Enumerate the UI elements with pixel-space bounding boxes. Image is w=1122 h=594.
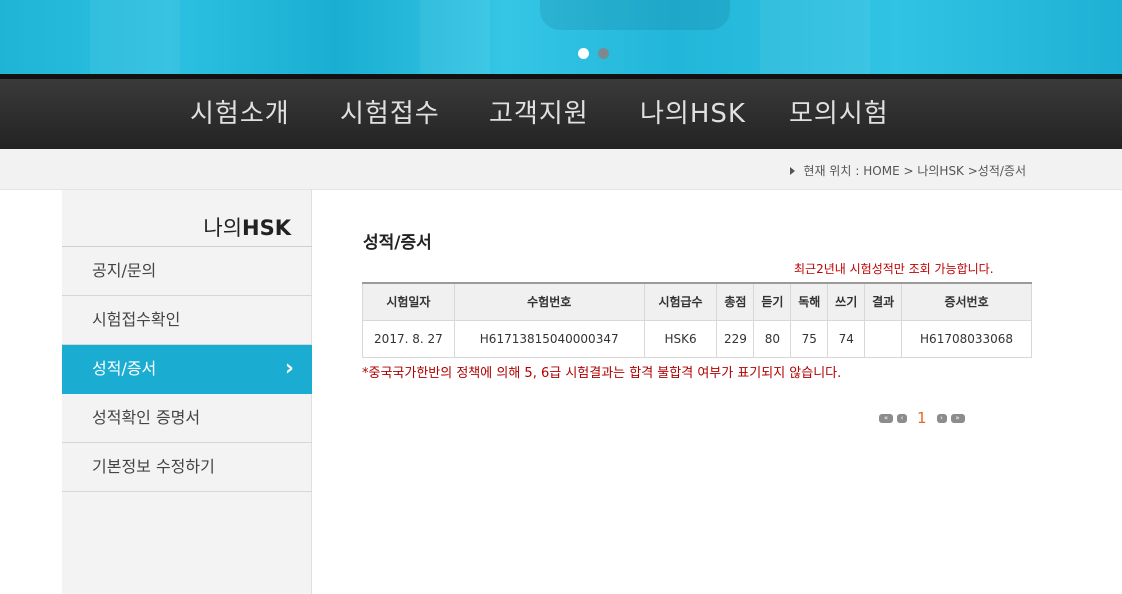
col-listening: 듣기 [753, 282, 792, 321]
cell-exam-number: H61713815040000347 [453, 319, 645, 358]
col-reading: 독해 [790, 282, 829, 321]
col-total: 총점 [716, 282, 755, 321]
col-level: 시험급수 [643, 282, 718, 321]
sidebar-item-notice[interactable]: 공지/문의 [62, 247, 312, 296]
sidebar: 나의HSK 공지/문의 시험접수확인 성적/증서 › 성적확인 증명서 기본정보… [62, 190, 312, 594]
next-page-icon[interactable]: › [936, 413, 947, 423]
last-page-icon[interactable]: » [950, 413, 965, 423]
page-number-current[interactable]: 1 [917, 409, 927, 427]
sidebar-item-label: 성적확인 증명서 [92, 408, 201, 427]
triangle-right-icon [790, 166, 796, 175]
table-row: 2017. 8. 27 H61713815040000347 HSK6 229 … [362, 319, 1032, 358]
cell-writing: 74 [827, 319, 866, 358]
slide-dot-1[interactable] [578, 48, 589, 59]
nav-item-my-hsk[interactable]: 나의HSK [640, 93, 746, 130]
slide-indicators[interactable] [578, 48, 609, 59]
nav-item-exam-intro[interactable]: 시험소개 [190, 93, 290, 130]
col-result: 결과 [864, 282, 903, 321]
scores-table: 시험일자 수험번호 시험급수 총점 듣기 독해 쓰기 결과 증서번호 2017.… [362, 282, 1032, 358]
banner-stripe [420, 0, 490, 74]
col-writing: 쓰기 [827, 282, 866, 321]
sidebar-menu: 공지/문의 시험접수확인 성적/증서 › 성적확인 증명서 기본정보 수정하기 [62, 246, 312, 492]
sidebar-title-bold: HSK [242, 216, 291, 240]
nav-item-support[interactable]: 고객지원 [489, 93, 589, 130]
cell-certificate-number[interactable]: H61708033068 [901, 319, 1032, 358]
col-certificate-number: 증서번호 [901, 282, 1032, 321]
sidebar-item-label: 시험접수확인 [92, 310, 181, 329]
pagination: « ‹ 1 › » [879, 409, 965, 427]
cell-total: 229 [716, 319, 755, 358]
breadcrumb: 현재 위치 : HOME > 나의HSK >성적/증서 [790, 162, 1026, 179]
breadcrumb-prefix: 현재 위치 [803, 164, 852, 178]
table-header-row: 시험일자 수험번호 시험급수 총점 듣기 독해 쓰기 결과 증서번호 [362, 282, 1032, 321]
breadcrumb-bar: 현재 위치 : HOME > 나의HSK >성적/증서 [0, 149, 1122, 190]
cell-result [864, 319, 903, 358]
sidebar-item-label: 공지/문의 [92, 261, 157, 280]
hero-banner [0, 0, 1122, 74]
sidebar-item-apply-check[interactable]: 시험접수확인 [62, 296, 312, 345]
sidebar-item-label: 성적/증서 [92, 359, 157, 378]
sidebar-title-prefix: 나의 [203, 216, 243, 240]
policy-footnote: *중국국가한반의 정책에 의해 5, 6급 시험결과는 합격 불합격 여부가 표… [362, 366, 842, 381]
main-nav: 시험소개 시험접수 고객지원 나의HSK 모의시험 [0, 74, 1122, 149]
sidebar-title: 나의HSK [203, 212, 291, 242]
col-exam-date: 시험일자 [362, 282, 455, 321]
cell-exam-date: 2017. 8. 27 [362, 319, 455, 358]
first-page-icon[interactable]: « [879, 413, 893, 423]
chevron-right-icon: › [284, 356, 294, 381]
nav-item-exam-apply[interactable]: 시험접수 [340, 93, 440, 130]
col-exam-number: 수험번호 [453, 282, 645, 321]
sidebar-item-scores[interactable]: 성적/증서 › [62, 345, 312, 394]
breadcrumb-path[interactable]: : HOME > 나의HSK >성적/증서 [855, 162, 1026, 179]
nav-item-mock-exam[interactable]: 모의시험 [789, 93, 889, 130]
cell-reading: 75 [790, 319, 829, 358]
page-title: 성적/증서 [363, 233, 432, 253]
sidebar-item-score-certificate[interactable]: 성적확인 증명서 [62, 394, 312, 443]
banner-graphic [540, 0, 730, 30]
sidebar-item-edit-profile[interactable]: 기본정보 수정하기 [62, 443, 312, 492]
prev-page-icon[interactable]: ‹ [897, 413, 907, 423]
banner-stripe [90, 0, 180, 74]
cell-listening: 80 [753, 319, 792, 358]
cell-level: HSK6 [643, 319, 718, 358]
slide-dot-2[interactable] [598, 48, 609, 59]
sidebar-item-label: 기본정보 수정하기 [92, 457, 215, 476]
notice-text: 최근2년내 시험성적만 조회 가능합니다. [794, 262, 994, 276]
banner-stripe [760, 0, 870, 74]
